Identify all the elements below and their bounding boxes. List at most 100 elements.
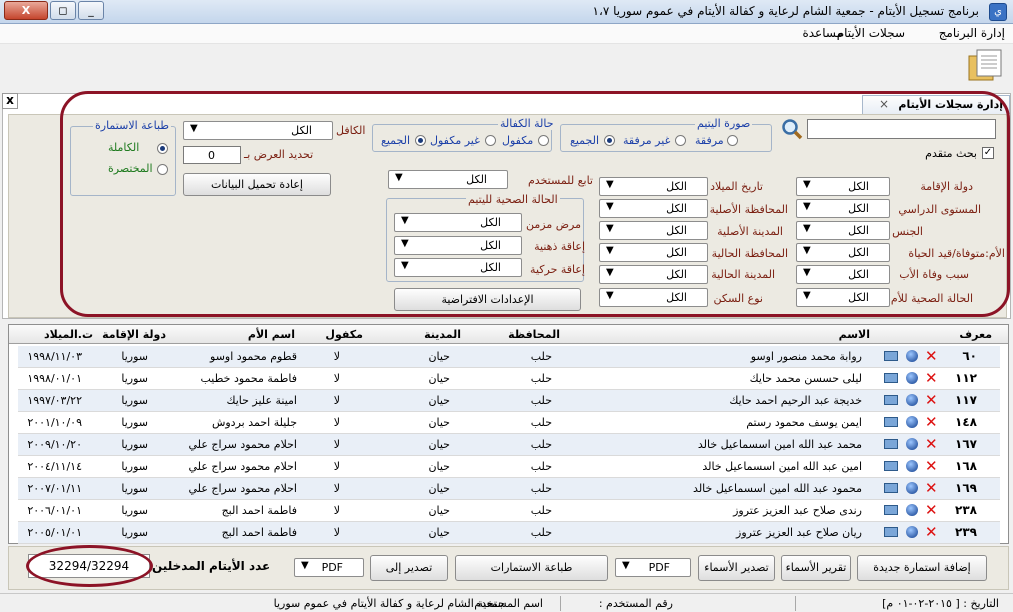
default-settings-button[interactable]: الإعدادات الافتراضية — [394, 288, 581, 311]
globe-icon[interactable] — [906, 482, 918, 494]
current-city-select[interactable]: الكل ▼ — [599, 265, 708, 284]
tab-orphan-records[interactable]: إدارة سجلات الأيتام × — [862, 95, 1010, 114]
limit-input[interactable] — [183, 146, 241, 164]
reload-data-button[interactable]: إعادة تحميل البيانات — [183, 173, 331, 196]
print-short-radio[interactable] — [157, 164, 168, 175]
origin-city-select[interactable]: الكل ▼ — [599, 221, 708, 240]
close-panel-icon[interactable]: x — [2, 93, 18, 109]
col-province[interactable]: المحافظة — [508, 328, 560, 341]
table-row[interactable]: ٦٠ ✕ روابة محمد منصور اوسو حلب حيان لا قطوم مح… — [18, 346, 1000, 368]
table-row[interactable]: ١١٢ ✕ ليلى حسسن محمد حايك حلب حيان لا فاطمة مح… — [18, 368, 1000, 390]
card-icon[interactable] — [884, 483, 898, 493]
delete-icon[interactable]: ✕ — [925, 479, 938, 497]
export-names-button[interactable]: تصدير الأسماء — [698, 555, 775, 581]
names-report-button[interactable]: تقرير الأسماء — [781, 555, 851, 581]
cell-mother: جليلة احمد بردوش — [211, 416, 297, 429]
globe-icon[interactable] — [906, 350, 918, 362]
names-format-select[interactable]: PDF ▼ — [615, 558, 691, 577]
birth-date-select[interactable]: الكل ▼ — [599, 177, 708, 196]
delete-icon[interactable]: ✕ — [925, 391, 938, 409]
sponsorship-all-radio[interactable] — [415, 135, 426, 146]
sponsorship-all-label: الجميع — [381, 134, 411, 147]
advanced-search-checkbox[interactable]: ✓ — [982, 147, 994, 159]
col-name[interactable]: الاسم — [839, 328, 870, 341]
father-death-cause-select[interactable]: الكل ▼ — [796, 265, 890, 284]
sponsor-label: الكافل — [336, 124, 366, 137]
col-dob[interactable]: ت.الميلاد — [44, 328, 93, 341]
menu-program-admin[interactable]: إدارة البرنامج — [939, 26, 1005, 40]
globe-icon[interactable] — [906, 438, 918, 450]
delete-icon[interactable]: ✕ — [925, 501, 938, 519]
card-icon[interactable] — [884, 395, 898, 405]
mental-disability-select[interactable]: الكل ▼ — [394, 236, 522, 255]
photo-all-radio[interactable] — [604, 135, 615, 146]
col-city[interactable]: المدينة — [424, 328, 461, 341]
card-icon[interactable] — [884, 439, 898, 449]
globe-icon[interactable] — [906, 526, 918, 538]
cell-city: حيان — [428, 416, 450, 429]
menu-help[interactable]: مساعدة — [802, 26, 843, 40]
not-sponsored-radio[interactable] — [485, 135, 496, 146]
card-icon[interactable] — [884, 351, 898, 361]
table-row[interactable]: ١٦٧ ✕ محمد عبد الله امين اسسماعيل خالد حلب ح… — [18, 434, 1000, 456]
mother-health-select[interactable]: الكل ▼ — [796, 288, 890, 307]
table-row[interactable]: ١٤٨ ✕ ايمن يوسف محمود رستم حلب حيان لا جليلة ا… — [18, 412, 1000, 434]
close-window-button[interactable]: X — [4, 1, 48, 20]
globe-icon[interactable] — [906, 504, 918, 516]
card-icon[interactable] — [884, 527, 898, 537]
tab-close-icon[interactable]: × — [879, 97, 889, 111]
chevron-down-icon: ▼ — [190, 123, 198, 134]
search-icon[interactable] — [781, 118, 803, 140]
physical-disability-select[interactable]: الكل ▼ — [394, 258, 522, 277]
globe-icon[interactable] — [906, 416, 918, 428]
gender-select[interactable]: الكل ▼ — [796, 221, 890, 240]
residence-country-label: دولة الإقامة — [920, 180, 973, 193]
print-full-radio[interactable] — [157, 143, 168, 154]
photo-not-attached-radio[interactable] — [675, 135, 686, 146]
card-icon[interactable] — [884, 373, 898, 383]
print-forms-button[interactable]: طباعة الاستمارات — [455, 555, 608, 581]
globe-icon[interactable] — [906, 394, 918, 406]
sponsored-radio[interactable] — [538, 135, 549, 146]
menu-orphan-records[interactable]: سجلات الأيتام — [837, 26, 905, 40]
photo-attached-radio[interactable] — [727, 135, 738, 146]
delete-icon[interactable]: ✕ — [925, 457, 938, 475]
current-province-select[interactable]: الكل ▼ — [599, 243, 708, 262]
origin-province-select[interactable]: الكل ▼ — [599, 199, 708, 218]
col-code[interactable]: معرف — [959, 328, 992, 341]
export-to-button[interactable]: تصدير إلى — [370, 555, 448, 581]
user-select[interactable]: الكل ▼ — [388, 170, 508, 189]
export-format-select[interactable]: PDF ▼ — [294, 558, 364, 577]
add-new-form-button[interactable]: إضافة استمارة جديدة — [857, 555, 987, 581]
delete-icon[interactable]: ✕ — [925, 369, 938, 387]
residence-country-select[interactable]: الكل ▼ — [796, 177, 890, 196]
globe-icon[interactable] — [906, 372, 918, 384]
col-country[interactable]: دولة الإقامة — [102, 328, 166, 341]
education-level-select[interactable]: الكل ▼ — [796, 199, 890, 218]
search-input[interactable] — [807, 119, 996, 139]
minimize-window-button[interactable]: _ — [78, 1, 104, 20]
chronic-illness-select[interactable]: الكل ▼ — [394, 213, 522, 232]
housing-type-select[interactable]: الكل ▼ — [599, 288, 708, 307]
col-mother[interactable]: اسم الأم — [248, 328, 295, 341]
table-row[interactable]: ١٦٨ ✕ امين عبد الله امين اسسماعيل خالد حلب ح… — [18, 456, 1000, 478]
cell-dob: ١٩٩٨/١١/٠٣ — [27, 350, 82, 363]
delete-icon[interactable]: ✕ — [925, 413, 938, 431]
card-icon[interactable] — [884, 505, 898, 515]
card-icon[interactable] — [884, 417, 898, 427]
table-row[interactable]: ١١٧ ✕ خديجة عبد الرحيم احمد حايك حلب حيان لا ا… — [18, 390, 1000, 412]
card-icon[interactable] — [884, 461, 898, 471]
table-row[interactable]: ١٦٩ ✕ محمود عبد الله امين اسسماعيل خالد حلب… — [18, 478, 1000, 500]
table-row[interactable]: ٢٣٩ ✕ ريان صلاح عبد العزيز عتروز حلب حيان لا ف… — [18, 522, 1000, 544]
cell-code: ١٦٨ — [955, 459, 977, 473]
delete-icon[interactable]: ✕ — [925, 347, 938, 365]
records-folder-icon[interactable] — [967, 48, 1003, 82]
mother-alive-select[interactable]: الكل ▼ — [796, 243, 890, 262]
delete-icon[interactable]: ✕ — [925, 435, 938, 453]
restore-window-button[interactable]: ◻ — [50, 1, 76, 20]
delete-icon[interactable]: ✕ — [925, 523, 938, 541]
sponsor-select[interactable]: الكل ▼ — [183, 121, 333, 140]
col-sponsored[interactable]: مكفول — [325, 328, 363, 341]
table-row[interactable]: ٢٣٨ ✕ رندى صلاح عبد العزيز عتروز حلب حيان لا ف… — [18, 500, 1000, 522]
globe-icon[interactable] — [906, 460, 918, 472]
